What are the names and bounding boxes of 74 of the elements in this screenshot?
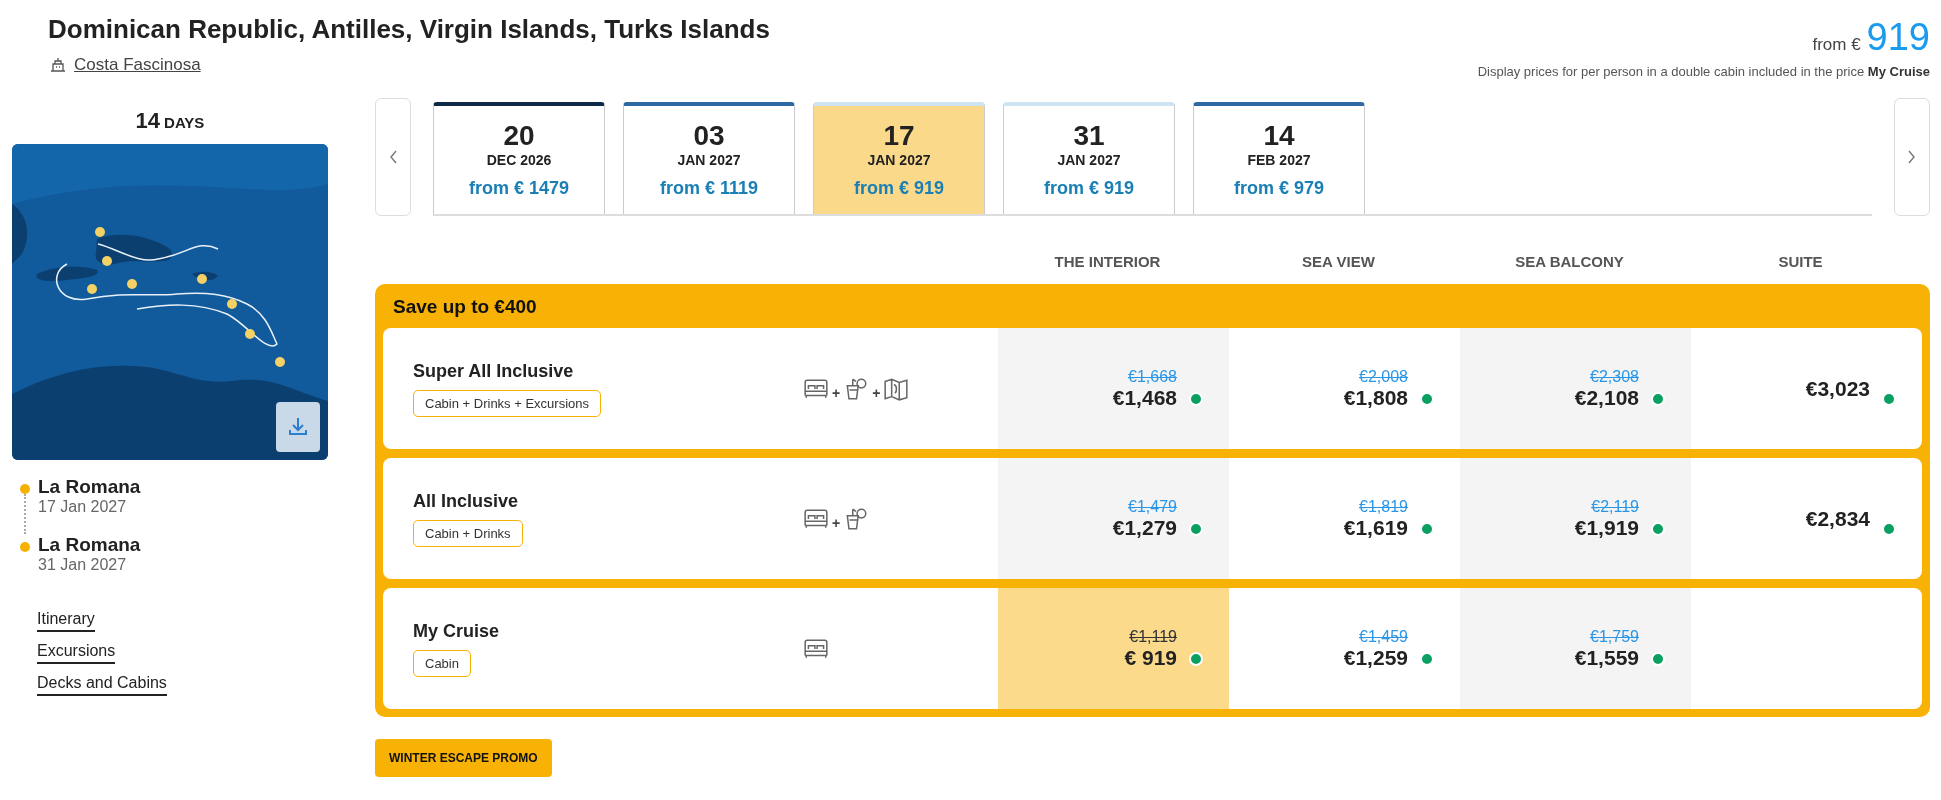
days-label: DAYS xyxy=(164,114,205,131)
fare-name: My Cruise xyxy=(413,620,500,642)
price-cell[interactable]: €2,119 €1,919 xyxy=(1460,458,1691,579)
price-cell[interactable]: €1,479 €1,279 xyxy=(998,458,1229,579)
previous-button[interactable] xyxy=(375,98,411,216)
plus-sign: + xyxy=(872,384,881,401)
cabin-price: €2,108 xyxy=(1574,385,1639,410)
section-link[interactable]: Excursions xyxy=(37,642,116,664)
section-link[interactable]: Itinerary xyxy=(37,610,95,632)
cabin-price: €1,808 xyxy=(1343,385,1408,410)
date-tab[interactable]: 14 FEB 2027 from € 979 xyxy=(1193,102,1365,214)
cabin-price: €2,834 xyxy=(1805,506,1870,531)
port-date: 17 Jan 2027 xyxy=(38,498,128,516)
price-cell[interactable]: €2,834 xyxy=(1691,458,1922,579)
cabin-price: €3,023 xyxy=(1805,376,1870,401)
date-tab[interactable]: 20 DEC 2026 from € 1479 xyxy=(433,102,605,214)
chevron-right-icon xyxy=(1907,149,1917,165)
date-tab[interactable]: 17 JAN 2027 from € 919 xyxy=(813,102,985,214)
port-date: 31 Jan 2027 xyxy=(38,556,128,574)
ship-icon xyxy=(48,55,68,75)
download-button[interactable] xyxy=(276,402,320,452)
price-cell[interactable]: €1,759 €1,559 xyxy=(1460,588,1691,709)
cabin-price: € 919 xyxy=(1124,645,1177,670)
old-price: €1,479 xyxy=(1128,497,1177,516)
price-cell[interactable]: €1,668 €1,468 xyxy=(998,328,1229,449)
old-price: €1,668 xyxy=(1128,367,1177,386)
old-price: €1,819 xyxy=(1359,497,1408,516)
port-dot xyxy=(20,542,30,552)
date-tab[interactable]: 03 JAN 2027 from € 1119 xyxy=(623,102,795,214)
fare-tag: Cabin + Drinks + Excursions xyxy=(413,389,601,417)
page-title: Dominican Republic, Antilles, Virgin Islands, Turks Islands xyxy=(48,14,770,45)
price-cell[interactable]: €2,008 €1,808 xyxy=(1229,328,1460,449)
port-name: La Romana xyxy=(38,534,141,556)
old-price: €2,008 xyxy=(1359,367,1408,386)
old-price: €2,308 xyxy=(1590,367,1639,386)
price-cell[interactable]: €1,819 €1,619 xyxy=(1229,458,1460,579)
price-prefix: from € xyxy=(1812,35,1861,55)
cabin-price: €1,279 xyxy=(1112,515,1177,540)
price-cell[interactable]: €1,459 €1,259 xyxy=(1229,588,1460,709)
port-name: La Romana xyxy=(38,476,141,498)
price-cell[interactable]: €1,119 € 919 xyxy=(998,588,1229,709)
days-count: 14 xyxy=(135,108,161,133)
price-cell[interactable]: €2,308 €2,108 xyxy=(1460,328,1691,449)
fare-tag: Cabin xyxy=(413,649,471,677)
section-link[interactable]: Decks and Cabins xyxy=(37,674,167,696)
cabin-price: €1,468 xyxy=(1112,385,1177,410)
cabin-price: €1,619 xyxy=(1343,515,1408,540)
old-price: €2,119 xyxy=(1591,497,1639,516)
column-header: SEA VIEW xyxy=(1301,252,1376,270)
column-header: SUITE xyxy=(1777,252,1824,270)
chevron-left-icon xyxy=(388,149,398,165)
cabin-price: €1,259 xyxy=(1343,645,1408,670)
map-icon xyxy=(883,375,910,402)
promo-button[interactable]: WINTER ESCAPE PROMO xyxy=(375,739,552,777)
plus-sign: + xyxy=(832,384,841,401)
column-header: SEA BALCONY xyxy=(1514,252,1625,270)
fare-tag: Cabin + Drinks xyxy=(413,519,523,547)
savings-title: Save up to €400 xyxy=(393,296,537,318)
lowest-price: 919 xyxy=(1866,18,1930,56)
cabin-price: €1,559 xyxy=(1574,645,1639,670)
price-note: Display prices for per person in a double cabin included in the price My Cruise xyxy=(1477,64,1930,79)
fare-name: Super All Inclusive xyxy=(413,360,574,382)
old-price: €1,119 xyxy=(1129,627,1177,646)
fare-name: All Inclusive xyxy=(413,490,519,512)
cabin-price: €1,919 xyxy=(1574,515,1639,540)
plus-sign: + xyxy=(832,514,841,531)
ship-link[interactable]: Costa Fascinosa xyxy=(74,55,201,75)
next-button[interactable] xyxy=(1894,98,1930,216)
old-price: €1,459 xyxy=(1359,627,1408,646)
column-header: THE INTERIOR xyxy=(1053,252,1162,270)
old-price: €1,759 xyxy=(1590,627,1639,646)
price-cell[interactable]: €3,023 xyxy=(1691,328,1922,449)
date-tab[interactable]: 31 JAN 2027 from € 919 xyxy=(1003,102,1175,214)
port-dot xyxy=(20,484,30,494)
